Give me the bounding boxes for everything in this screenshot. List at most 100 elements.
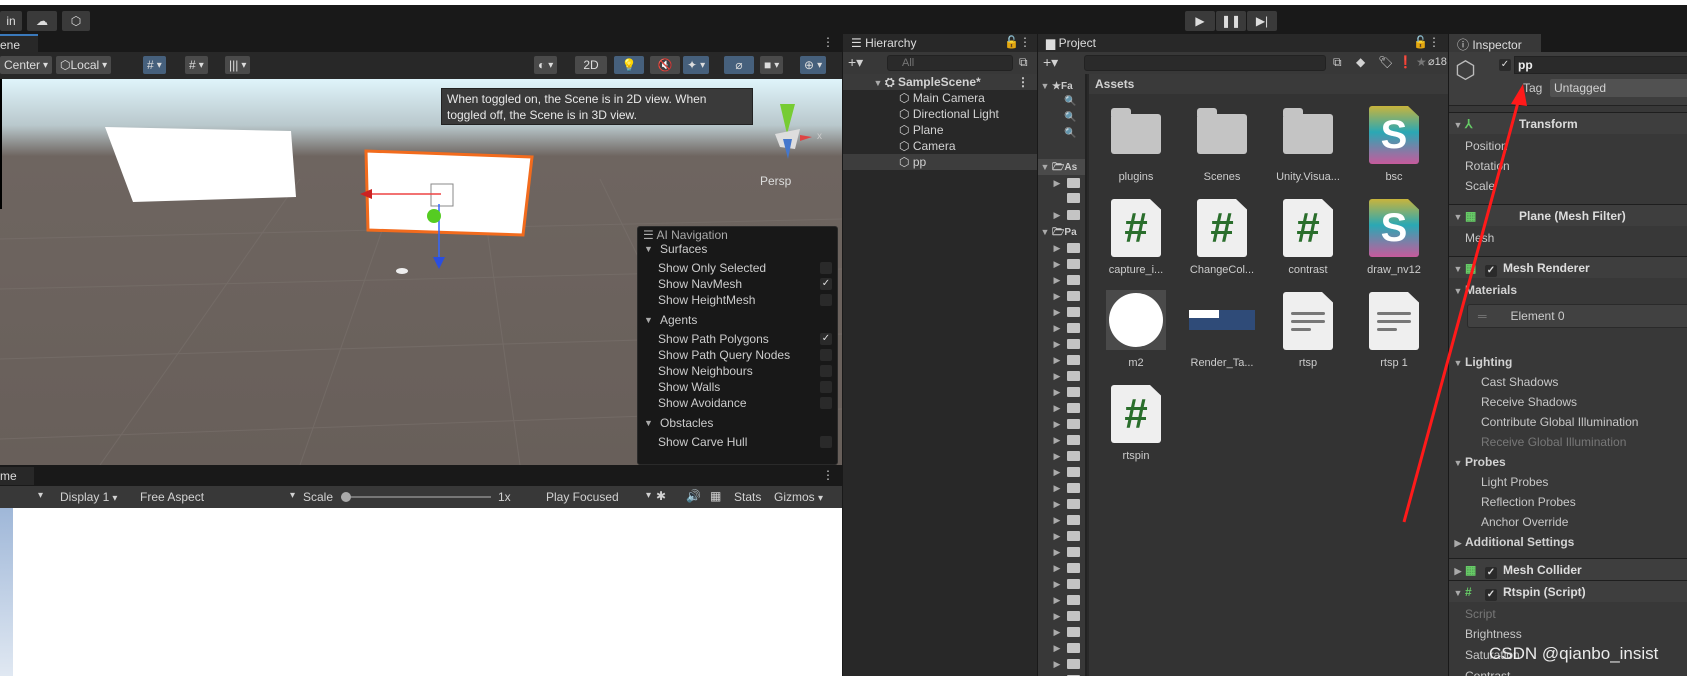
- checkbox[interactable]: [820, 262, 832, 274]
- probes-foldout[interactable]: ▼ Probes: [1449, 452, 1687, 472]
- hierarchy-item[interactable]: ⬡ Directional Light: [843, 106, 1037, 122]
- folder-node[interactable]: ▶: [1038, 480, 1085, 496]
- script-header[interactable]: ▼ # ✓ Rtspin (Script): [1449, 580, 1687, 602]
- checkbox[interactable]: [820, 381, 832, 393]
- hierarchy-search-input[interactable]: [887, 55, 1013, 71]
- folder-node[interactable]: ▶: [1038, 352, 1085, 368]
- materials-foldout[interactable]: ▼ Materials: [1449, 280, 1687, 300]
- plane-object[interactable]: [105, 127, 296, 202]
- checkbox[interactable]: [820, 397, 832, 409]
- search-options-icon[interactable]: ⧉: [1019, 55, 1028, 70]
- enabled-checkbox[interactable]: ✓: [1485, 567, 1497, 579]
- checkbox[interactable]: ✓: [820, 278, 832, 290]
- active-checkbox[interactable]: ✓: [1499, 59, 1511, 71]
- bug-icon[interactable]: ✱: [656, 489, 666, 503]
- asset-render-texture[interactable]: Render_Ta...: [1179, 292, 1265, 377]
- folder-node[interactable]: ▶: [1038, 207, 1085, 223]
- search-icon[interactable]: 🔍: [1038, 110, 1085, 126]
- tab-scene[interactable]: ene: [0, 34, 38, 52]
- checkbox[interactable]: [820, 294, 832, 306]
- assets-node[interactable]: ▼ 🗁As: [1038, 159, 1085, 175]
- hierarchy-item[interactable]: ⬡ Camera: [843, 138, 1037, 154]
- stats-button[interactable]: Stats: [734, 490, 761, 504]
- persp-label[interactable]: Persp: [760, 174, 792, 188]
- slider-thumb[interactable]: [341, 492, 351, 502]
- scene-root[interactable]: ▼ ⛭ SampleScene* ⋮: [843, 74, 1037, 90]
- scale-slider[interactable]: [341, 492, 491, 502]
- snap-icon[interactable]: #: [185, 56, 208, 74]
- lighting-foldout[interactable]: ▼ Lighting: [1449, 352, 1687, 372]
- asset-shader[interactable]: Sdraw_nv12: [1351, 199, 1437, 284]
- folder-node[interactable]: ▶: [1038, 400, 1085, 416]
- hierarchy-item[interactable]: ⬡ Plane: [843, 122, 1037, 138]
- hexagon-icon[interactable]: ⬡: [62, 11, 90, 31]
- tab-project[interactable]: ▆ Project: [1038, 34, 1130, 52]
- effects-icon[interactable]: ✦: [683, 56, 710, 74]
- search-icon[interactable]: 🔍: [1038, 126, 1085, 142]
- folder-node[interactable]: ▶: [1038, 512, 1085, 528]
- hierarchy-item[interactable]: ⬡ pp: [843, 154, 1037, 170]
- hierarchy-item[interactable]: ⬡ Main Camera: [843, 90, 1037, 106]
- tab-game[interactable]: me: [0, 467, 34, 485]
- breadcrumb[interactable]: Assets: [1089, 74, 1448, 94]
- asset-script[interactable]: # capture_i...: [1093, 199, 1179, 284]
- ai-section-obstacles[interactable]: Obstacles: [660, 416, 713, 430]
- folder-node[interactable]: ▶: [1038, 272, 1085, 288]
- 2d-toggle-button[interactable]: 2D: [575, 56, 607, 74]
- cloud-icon[interactable]: ☁: [27, 11, 57, 31]
- display-dropdown[interactable]: Display 1: [60, 490, 117, 504]
- folder-node[interactable]: ▶: [1038, 496, 1085, 512]
- warning-icon[interactable]: ❗: [1398, 55, 1413, 69]
- draw-mode-dropdown[interactable]: ◐: [534, 56, 558, 74]
- mesh-renderer-header[interactable]: ▼ ▦ ✓ Mesh Renderer: [1449, 256, 1687, 278]
- audio-icon[interactable]: 🔇: [650, 56, 680, 74]
- folder-node[interactable]: ▶: [1038, 528, 1085, 544]
- folder-node[interactable]: ▶: [1038, 560, 1085, 576]
- transform-header[interactable]: ▼ ⅄ Transform: [1449, 112, 1687, 134]
- step-icon[interactable]: ▶|: [1247, 11, 1277, 31]
- filter-type-icon[interactable]: ◆: [1356, 55, 1365, 69]
- drag-handle-icon[interactable]: ☰ AI Navigation: [643, 228, 728, 242]
- folder-node[interactable]: ▶: [1038, 256, 1085, 272]
- enabled-checkbox[interactable]: ✓: [1485, 265, 1497, 277]
- folder-node[interactable]: ▶: [1038, 432, 1085, 448]
- mesh-filter-header[interactable]: ▼ ▦ Plane (Mesh Filter): [1449, 204, 1687, 226]
- folder-node[interactable]: ▶: [1038, 384, 1085, 400]
- triangle-icon[interactable]: ▼: [1451, 258, 1465, 280]
- folder-node[interactable]: ▶: [1038, 336, 1085, 352]
- more-icon[interactable]: ⋮: [822, 468, 834, 482]
- asset-text[interactable]: rtsp 1: [1351, 292, 1437, 377]
- checkbox[interactable]: [820, 365, 832, 377]
- folder-node[interactable]: ▶: [1038, 656, 1085, 672]
- folder-node[interactable]: ▶: [1038, 320, 1085, 336]
- checkbox[interactable]: [820, 436, 832, 448]
- ai-section-surfaces[interactable]: Surfaces: [660, 242, 707, 256]
- pause-icon[interactable]: ❚❚: [1216, 11, 1246, 31]
- lock-icon[interactable]: 🔓⋮: [1413, 35, 1440, 49]
- tag-dropdown[interactable]: Untagged: [1550, 79, 1687, 97]
- game-dropdown-icon[interactable]: ▾: [38, 490, 43, 501]
- audio-icon[interactable]: 🔊: [686, 489, 701, 503]
- enabled-checkbox[interactable]: ✓: [1485, 589, 1497, 601]
- hidden-count[interactable]: ⌀18: [1428, 55, 1447, 68]
- additional-settings-foldout[interactable]: ▶ Additional Settings: [1449, 532, 1687, 552]
- asset-folder[interactable]: Unity.Visua...: [1265, 106, 1351, 191]
- keyboard-icon[interactable]: ▦: [710, 489, 721, 503]
- folder-node[interactable]: ▶: [1038, 368, 1085, 384]
- packages-node[interactable]: ▼ 🗁Pa: [1038, 224, 1085, 240]
- camera-icon[interactable]: ■: [760, 56, 784, 74]
- game-view[interactable]: [0, 508, 842, 676]
- object-name-input[interactable]: [1514, 56, 1687, 74]
- pivot-dropdown[interactable]: Center: [0, 56, 53, 74]
- folder-node[interactable]: ▶: [1038, 624, 1085, 640]
- asset-script[interactable]: # rtspin: [1093, 385, 1179, 470]
- label-icon[interactable]: 🏷: [1378, 55, 1393, 69]
- asset-script[interactable]: # contrast: [1265, 199, 1351, 284]
- asset-text[interactable]: rtsp: [1265, 292, 1351, 377]
- account-button[interactable]: in: [0, 11, 22, 31]
- folder-node[interactable]: ▶: [1038, 640, 1085, 656]
- folder-node[interactable]: ▶: [1038, 608, 1085, 624]
- space-dropdown[interactable]: ⬡ Local: [56, 56, 112, 74]
- more-icon[interactable]: ⋮: [822, 35, 834, 49]
- selected-plane-pp[interactable]: [364, 149, 534, 237]
